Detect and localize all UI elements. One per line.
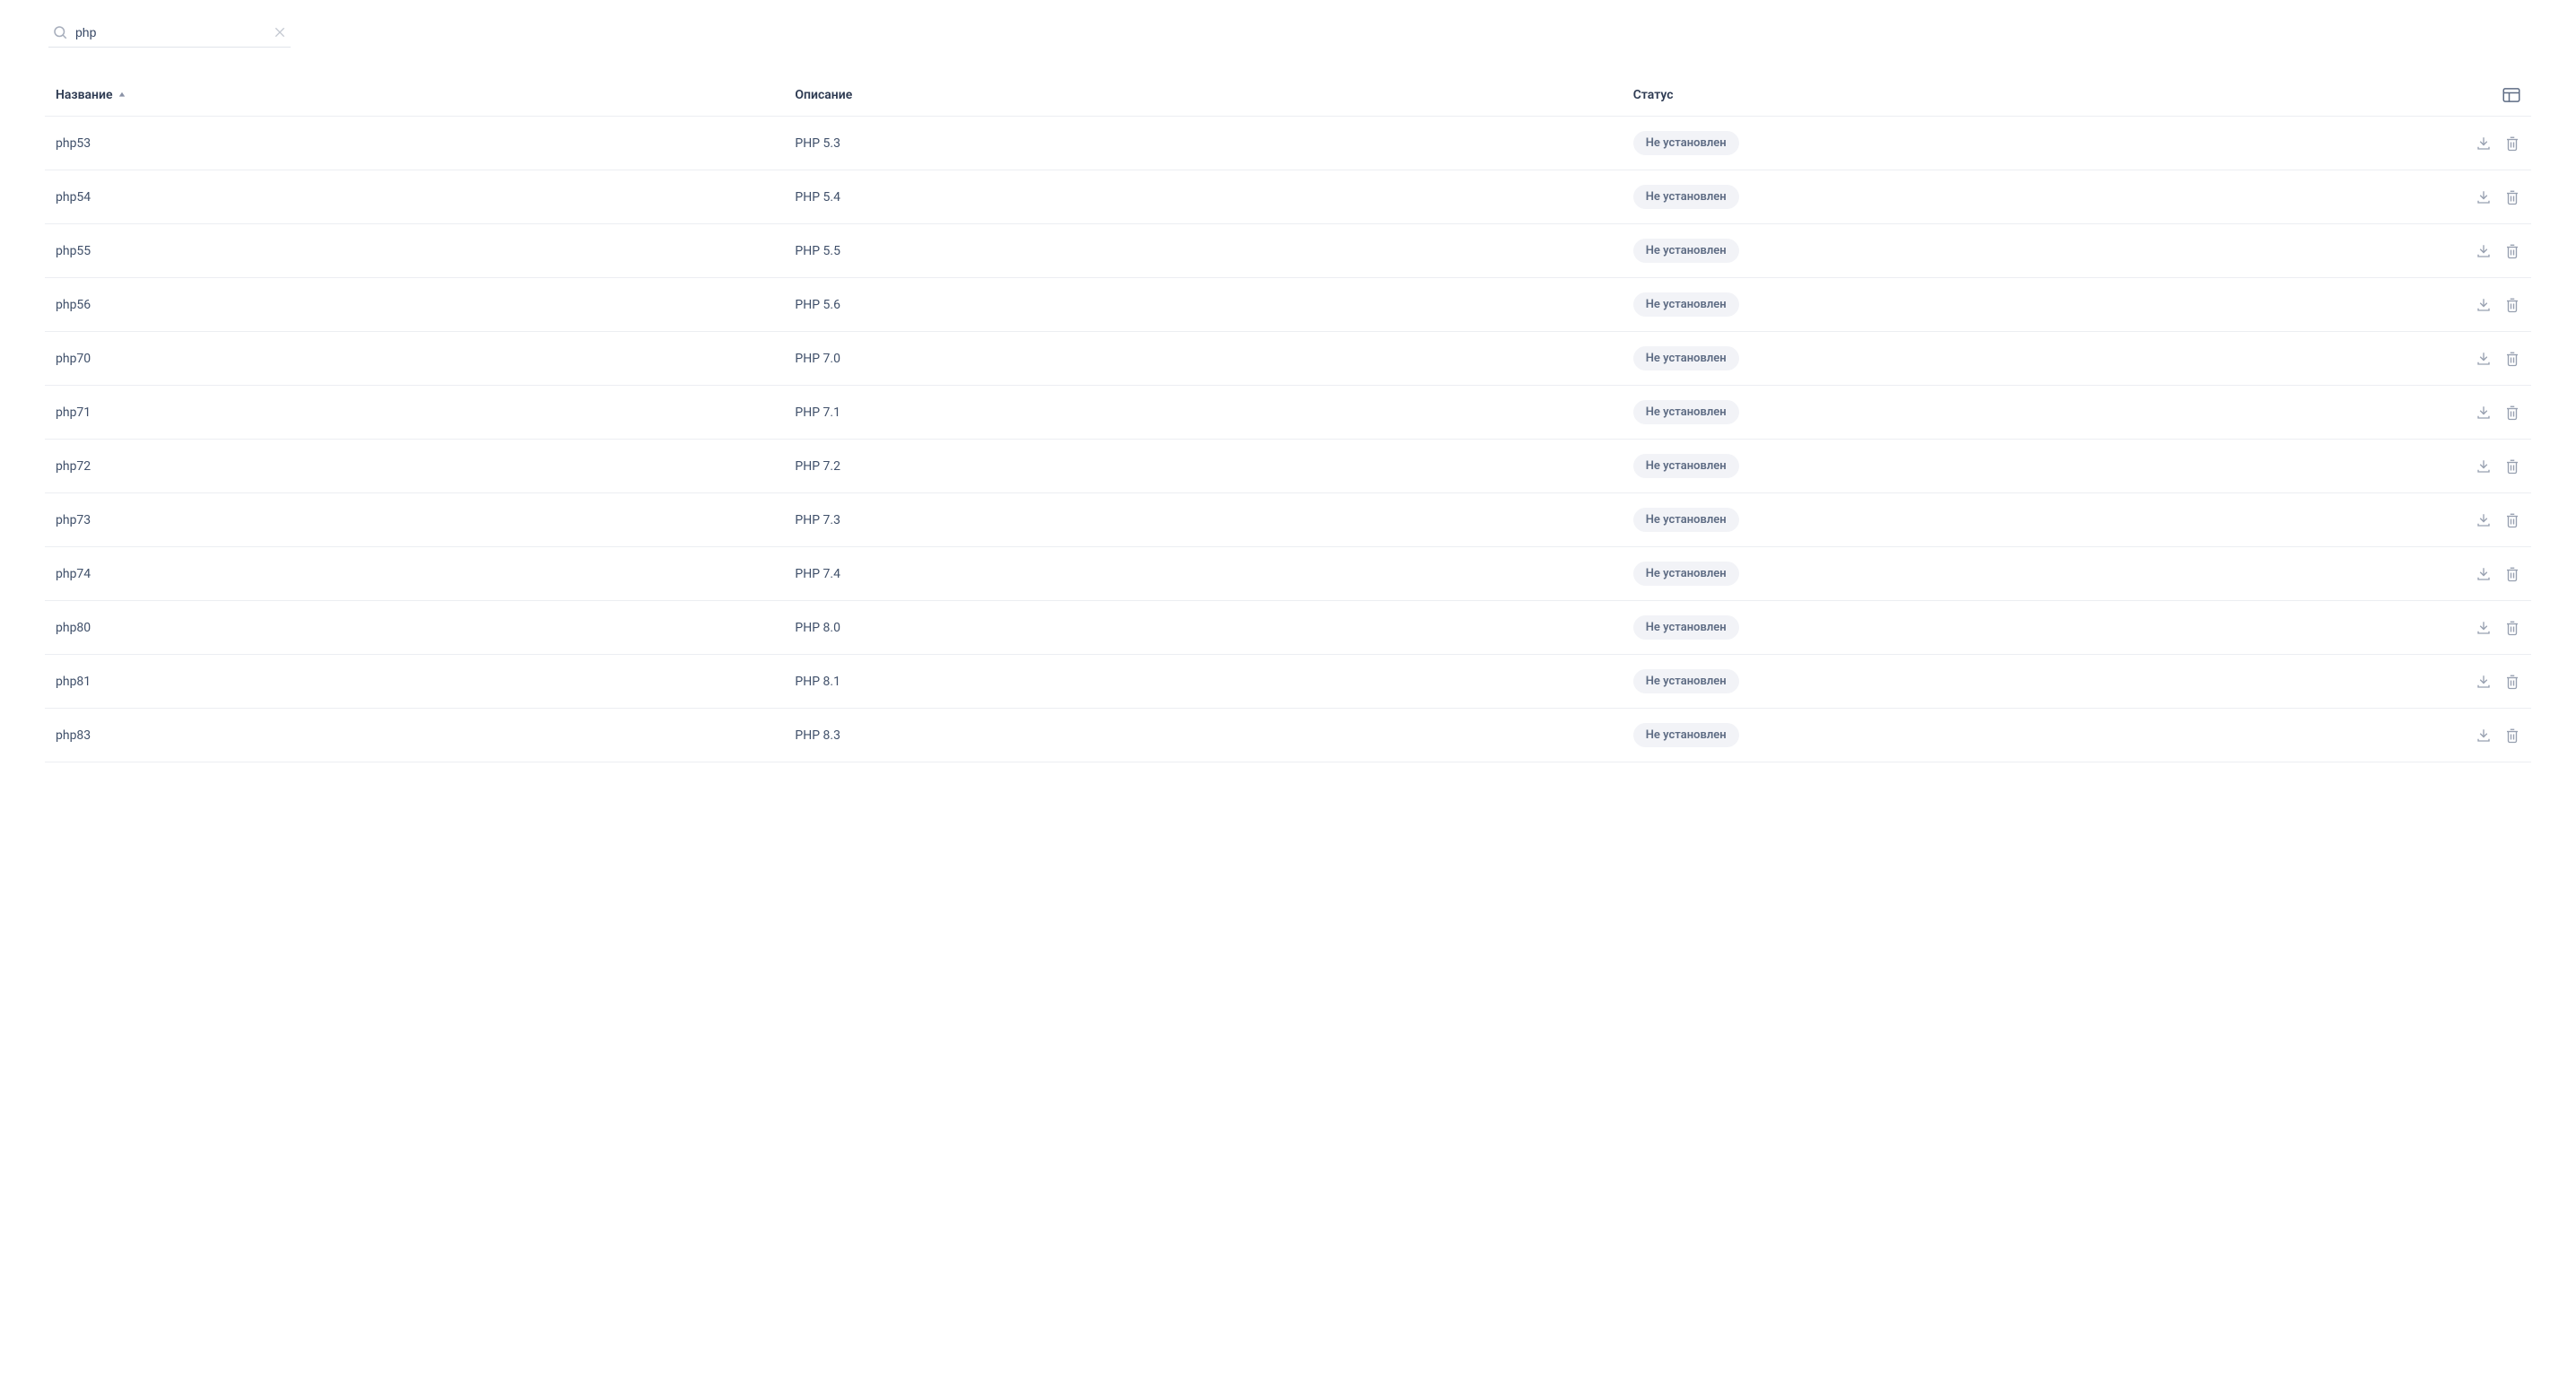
column-header-description-label: Описание xyxy=(795,88,852,102)
install-icon[interactable] xyxy=(2476,674,2492,690)
row-name: php56 xyxy=(56,298,91,312)
column-header-status[interactable]: Статус xyxy=(1633,88,2440,102)
row-description: PHP 8.0 xyxy=(795,621,840,635)
status-badge: Не установлен xyxy=(1633,454,1739,478)
row-description: PHP 5.5 xyxy=(795,244,840,258)
row-name: php53 xyxy=(56,136,91,151)
row-description: PHP 5.6 xyxy=(795,298,840,312)
delete-icon[interactable] xyxy=(2504,135,2520,152)
table-row: php81 PHP 8.1 Не установлен xyxy=(45,655,2531,709)
column-header-description[interactable]: Описание xyxy=(795,88,1632,102)
row-name: php74 xyxy=(56,567,91,581)
row-description: PHP 5.4 xyxy=(795,190,840,205)
row-description: PHP 7.1 xyxy=(795,405,840,420)
row-name: php73 xyxy=(56,513,91,527)
column-header-name-label: Название xyxy=(56,88,113,102)
delete-icon[interactable] xyxy=(2504,458,2520,475)
delete-icon[interactable] xyxy=(2504,620,2520,636)
row-name: php81 xyxy=(56,675,91,689)
status-badge: Не установлен xyxy=(1633,508,1739,532)
clear-search-icon[interactable] xyxy=(273,25,287,39)
install-icon[interactable] xyxy=(2476,351,2492,367)
row-description: PHP 8.3 xyxy=(795,728,840,743)
status-badge: Не установлен xyxy=(1633,723,1739,747)
column-header-status-label: Статус xyxy=(1633,88,1674,102)
install-icon[interactable] xyxy=(2476,727,2492,744)
delete-icon[interactable] xyxy=(2504,243,2520,259)
install-icon[interactable] xyxy=(2476,243,2492,259)
delete-icon[interactable] xyxy=(2504,727,2520,744)
row-description: PHP 7.4 xyxy=(795,567,840,581)
row-name: php55 xyxy=(56,244,91,258)
install-icon[interactable] xyxy=(2476,566,2492,582)
row-name: php71 xyxy=(56,405,91,420)
status-badge: Не установлен xyxy=(1633,131,1739,155)
install-icon[interactable] xyxy=(2476,458,2492,475)
status-badge: Не установлен xyxy=(1633,615,1739,640)
row-name: php80 xyxy=(56,621,91,635)
delete-icon[interactable] xyxy=(2504,566,2520,582)
row-description: PHP 8.1 xyxy=(795,675,840,689)
delete-icon[interactable] xyxy=(2504,189,2520,205)
table-row: php70 PHP 7.0 Не установлен xyxy=(45,332,2531,386)
status-badge: Не установлен xyxy=(1633,185,1739,209)
search-container xyxy=(48,18,291,48)
columns-settings-icon[interactable] xyxy=(2502,87,2520,103)
packages-table: Название Описание Статус xyxy=(45,74,2531,762)
install-icon[interactable] xyxy=(2476,405,2492,421)
status-badge: Не установлен xyxy=(1633,400,1739,424)
row-description: PHP 5.3 xyxy=(795,136,840,151)
sort-asc-icon xyxy=(118,91,126,99)
row-description: PHP 7.0 xyxy=(795,352,840,366)
table-row: php83 PHP 8.3 Не установлен xyxy=(45,709,2531,762)
column-header-name[interactable]: Название xyxy=(56,88,795,102)
table-row: php74 PHP 7.4 Не установлен xyxy=(45,547,2531,601)
row-name: php54 xyxy=(56,190,91,205)
table-row: php80 PHP 8.0 Не установлен xyxy=(45,601,2531,655)
status-badge: Не установлен xyxy=(1633,292,1739,317)
status-badge: Не установлен xyxy=(1633,346,1739,370)
table-row: php56 PHP 5.6 Не установлен xyxy=(45,278,2531,332)
table-row: php71 PHP 7.1 Не установлен xyxy=(45,386,2531,440)
table-row: php72 PHP 7.2 Не установлен xyxy=(45,440,2531,493)
install-icon[interactable] xyxy=(2476,620,2492,636)
delete-icon[interactable] xyxy=(2504,351,2520,367)
table-row: php54 PHP 5.4 Не установлен xyxy=(45,170,2531,224)
table-row: php55 PHP 5.5 Не установлен xyxy=(45,224,2531,278)
install-icon[interactable] xyxy=(2476,512,2492,528)
status-badge: Не установлен xyxy=(1633,669,1739,693)
table-row: php73 PHP 7.3 Не установлен xyxy=(45,493,2531,547)
status-badge: Не установлен xyxy=(1633,239,1739,263)
row-description: PHP 7.3 xyxy=(795,513,840,527)
delete-icon[interactable] xyxy=(2504,674,2520,690)
table-header: Название Описание Статус xyxy=(45,74,2531,117)
search-icon xyxy=(52,24,68,40)
delete-icon[interactable] xyxy=(2504,405,2520,421)
row-name: php72 xyxy=(56,459,91,474)
install-icon[interactable] xyxy=(2476,135,2492,152)
delete-icon[interactable] xyxy=(2504,512,2520,528)
search-input[interactable] xyxy=(68,23,273,41)
row-name: php70 xyxy=(56,352,91,366)
row-name: php83 xyxy=(56,728,91,743)
status-badge: Не установлен xyxy=(1633,562,1739,586)
delete-icon[interactable] xyxy=(2504,297,2520,313)
install-icon[interactable] xyxy=(2476,189,2492,205)
table-row: php53 PHP 5.3 Не установлен xyxy=(45,117,2531,170)
install-icon[interactable] xyxy=(2476,297,2492,313)
row-description: PHP 7.2 xyxy=(795,459,840,474)
